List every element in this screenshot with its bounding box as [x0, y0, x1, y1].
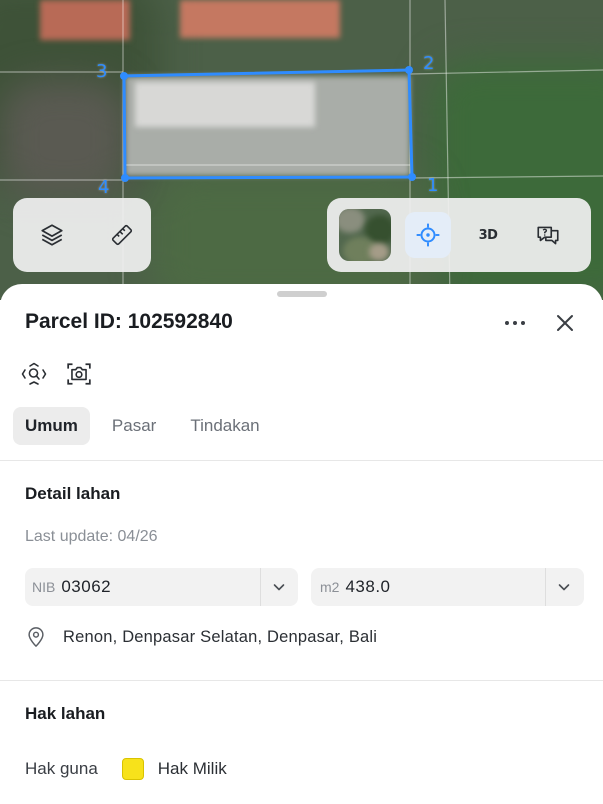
field-separator: [260, 568, 261, 606]
more-options-button[interactable]: [500, 310, 530, 336]
nib-value: 03062: [61, 577, 112, 596]
tab-tindakan[interactable]: Tindakan: [178, 407, 271, 445]
map-toolbar-right: 3D: [327, 198, 591, 272]
nib-label: NIB: [32, 579, 56, 595]
rights-value: Hak Milik: [157, 759, 227, 778]
zoom-to-parcel-button[interactable]: [21, 362, 47, 391]
map-view[interactable]: 1 2 3 4 3D: [0, 0, 603, 300]
rights-heading: Hak lahan: [25, 704, 106, 723]
sheet-drag-handle[interactable]: [277, 291, 327, 297]
parcel-vertex-4: [121, 174, 129, 182]
rights-row: Hak guna Hak Milik: [25, 758, 227, 780]
area-select[interactable]: m2 438.0: [311, 568, 584, 606]
tab-umum[interactable]: Umum: [13, 407, 90, 445]
vertex-label-2: 2: [423, 53, 435, 74]
layers-icon: [41, 224, 63, 246]
parcel-details-sheet: Parcel ID: 102592840 Umum Pasar Tindakan…: [0, 284, 603, 804]
more-dots-icon: [505, 321, 525, 325]
nib-select[interactable]: NIB 03062: [25, 568, 298, 606]
zoom-to-parcel-icon: [21, 362, 47, 385]
area-unit-label: m2: [320, 579, 340, 595]
tab-pasar[interactable]: Pasar: [100, 407, 168, 445]
vertex-label-1: 1: [427, 175, 439, 196]
locate-icon: [416, 223, 440, 247]
divider: [0, 680, 603, 681]
vertex-label-4: 4: [98, 177, 110, 198]
chevron-down-icon: [273, 584, 285, 591]
ruler-icon: [111, 224, 133, 246]
detail-heading: Detail lahan: [25, 484, 121, 503]
parcel-vertex-3: [120, 72, 128, 80]
satellite-basemap-button[interactable]: [339, 209, 391, 261]
camera-icon: [67, 363, 91, 385]
location-row: Renon, Denpasar Selatan, Denpasar, Bali: [25, 625, 377, 649]
selected-parcel-outline: [122, 68, 414, 180]
detail-tabs: Umum Pasar Tindakan: [13, 407, 272, 445]
parcel-vertex-2: [405, 66, 413, 74]
divider: [0, 460, 603, 461]
parcel-vertex-1: [408, 173, 416, 181]
area-value: 438.0: [345, 577, 391, 596]
vertex-label-3: 3: [96, 61, 108, 82]
chat-button[interactable]: [525, 212, 571, 258]
location-pin-icon: [28, 627, 44, 647]
layers-button[interactable]: [29, 212, 75, 258]
three-d-button[interactable]: 3D: [465, 212, 511, 258]
chevron-down-icon: [558, 584, 570, 591]
screenshot-button[interactable]: [66, 361, 92, 392]
rights-color-swatch: [121, 758, 144, 780]
chat-icon: [537, 226, 559, 245]
last-update-text: Last update: 04/26: [25, 528, 158, 545]
locate-button[interactable]: [405, 212, 451, 258]
three-d-label: 3D: [478, 227, 498, 243]
rights-label: Hak guna: [25, 759, 98, 778]
parcel-title: Parcel ID: 102592840: [25, 310, 233, 333]
measure-button[interactable]: [99, 212, 145, 258]
location-text: Renon, Denpasar Selatan, Denpasar, Bali: [63, 627, 378, 646]
close-icon: [557, 315, 573, 331]
map-toolbar-left: [13, 198, 151, 272]
field-separator: [545, 568, 546, 606]
close-button[interactable]: [552, 310, 578, 336]
